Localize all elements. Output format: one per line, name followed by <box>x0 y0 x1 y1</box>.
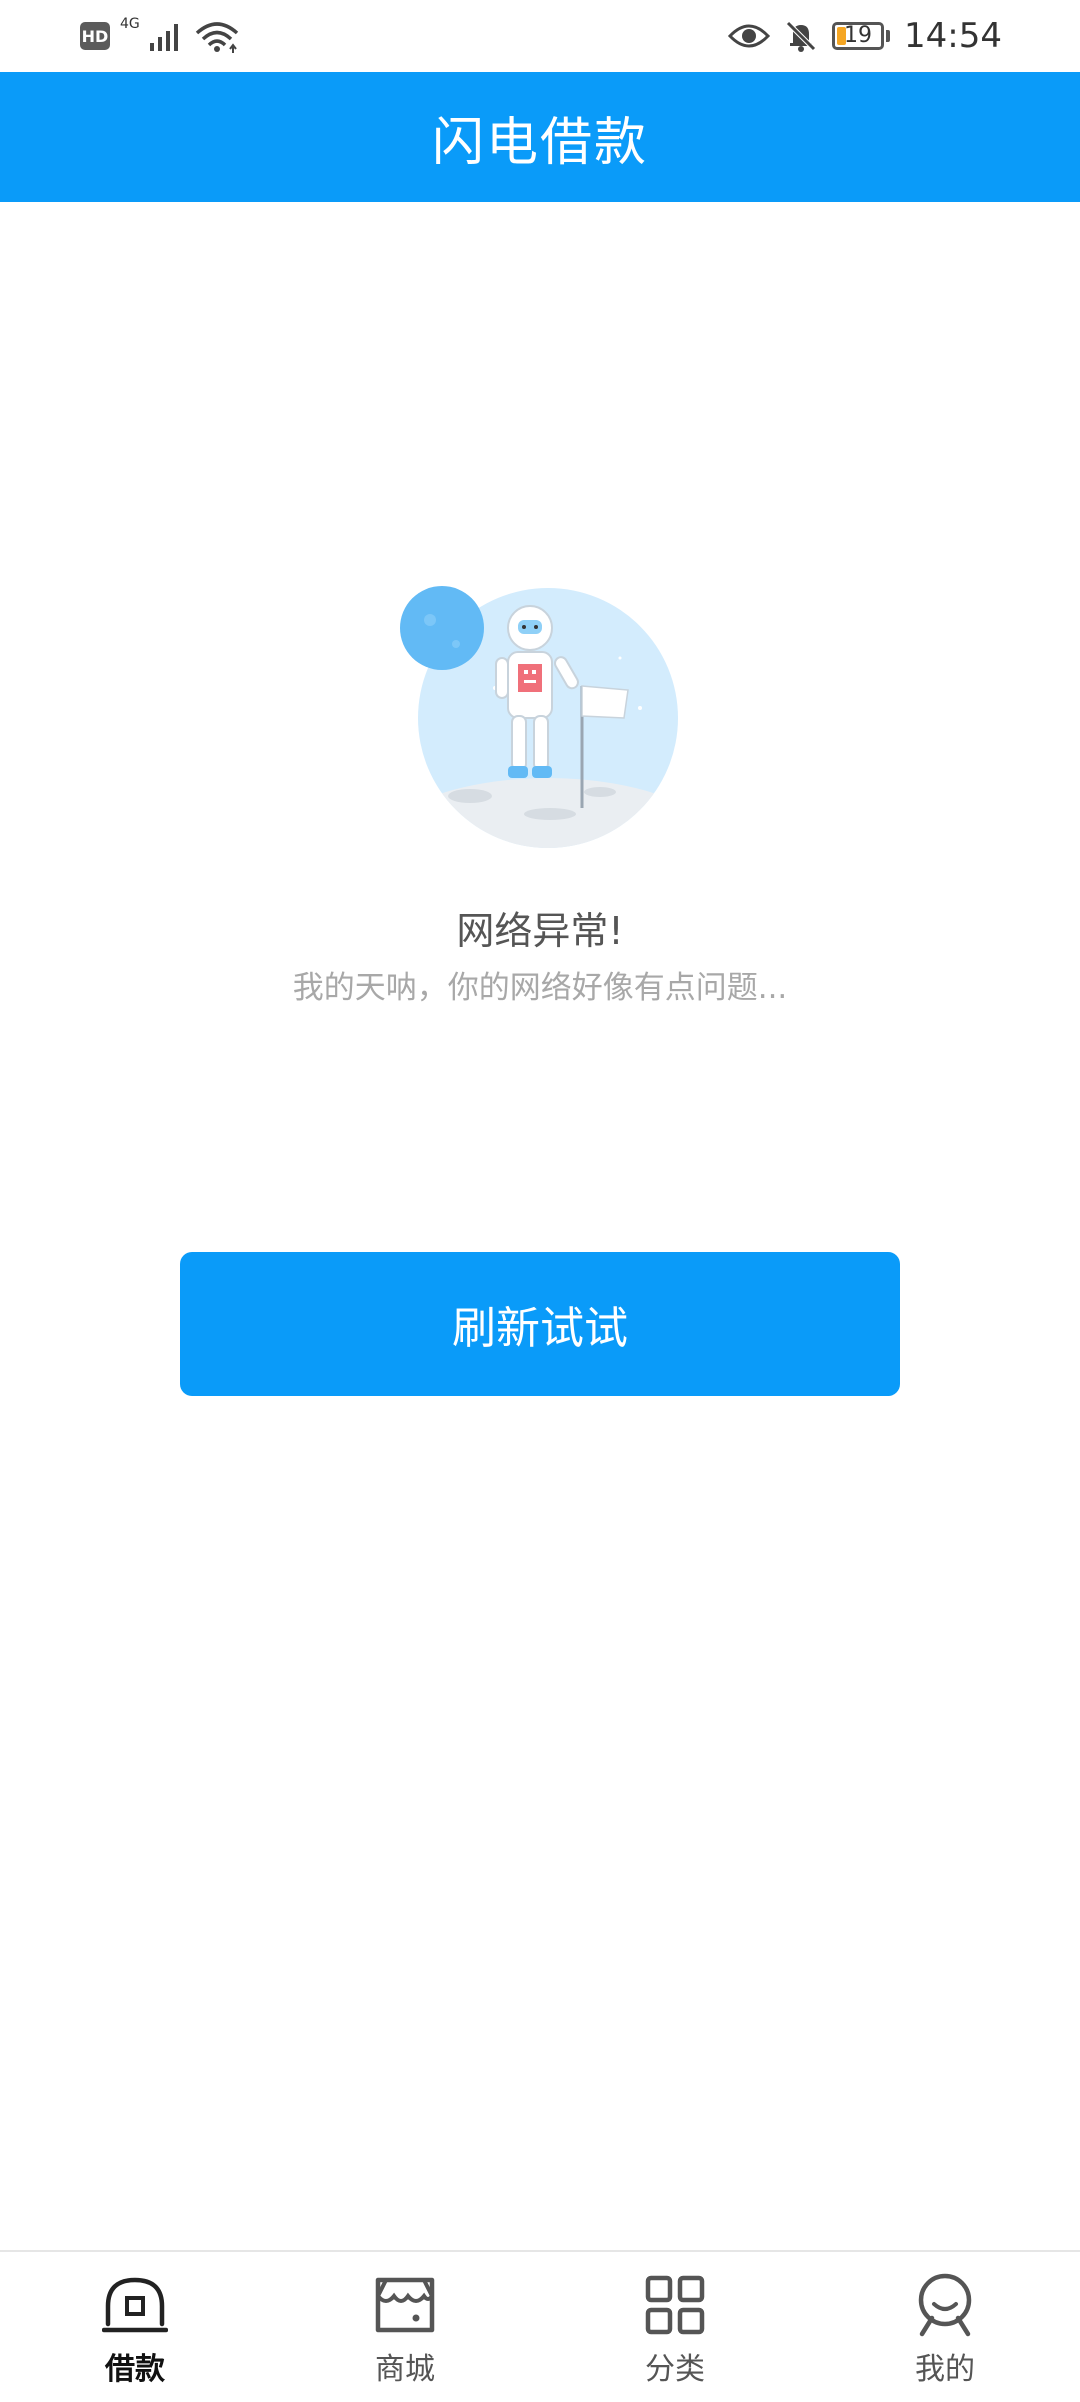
astronaut-illustration <box>400 586 678 848</box>
wifi-icon <box>195 22 238 53</box>
clock: 14:54 <box>904 16 1002 56</box>
hd-badge: HD <box>80 22 110 50</box>
tab-store[interactable]: 商城 <box>270 2252 540 2402</box>
error-description: 我的天呐，你的网络好像有点问题... <box>292 970 788 1006</box>
network-type: 4G <box>120 16 140 32</box>
tab-store-label: 商城 <box>375 2352 435 2387</box>
battery-body: 19 <box>832 22 885 50</box>
tab-category[interactable]: 分类 <box>540 2252 810 2402</box>
grid-icon <box>640 2270 710 2340</box>
status-right: 19 14:54 <box>728 14 1002 58</box>
signal-icon <box>149 24 178 51</box>
refresh-button[interactable]: 刷新试试 <box>180 1252 900 1396</box>
app-header: 闪电借款 <box>0 72 1080 202</box>
bell-off-icon <box>786 21 816 52</box>
tab-loan-label: 借款 <box>105 2352 165 2387</box>
page-title: 闪电借款 <box>431 112 648 173</box>
battery-level: 19 <box>844 23 873 48</box>
loan-icon <box>100 2270 170 2340</box>
user-icon <box>910 2270 980 2340</box>
tab-mine-label: 我的 <box>915 2352 975 2387</box>
bottom-nav: 借款 商城 分类 我的 <box>0 2250 1080 2402</box>
eye-icon <box>728 24 771 48</box>
status-bar: HD 4G 19 14:54 <box>0 0 1080 72</box>
battery-icon: 19 <box>832 22 891 50</box>
error-title: 网络异常! <box>456 909 624 953</box>
tab-mine[interactable]: 我的 <box>810 2252 1080 2402</box>
status-left: HD 4G <box>80 16 240 54</box>
tab-loan[interactable]: 借款 <box>0 2252 270 2402</box>
tab-category-label: 分类 <box>645 2352 705 2387</box>
store-icon <box>370 2270 440 2340</box>
battery-tip <box>886 30 891 42</box>
